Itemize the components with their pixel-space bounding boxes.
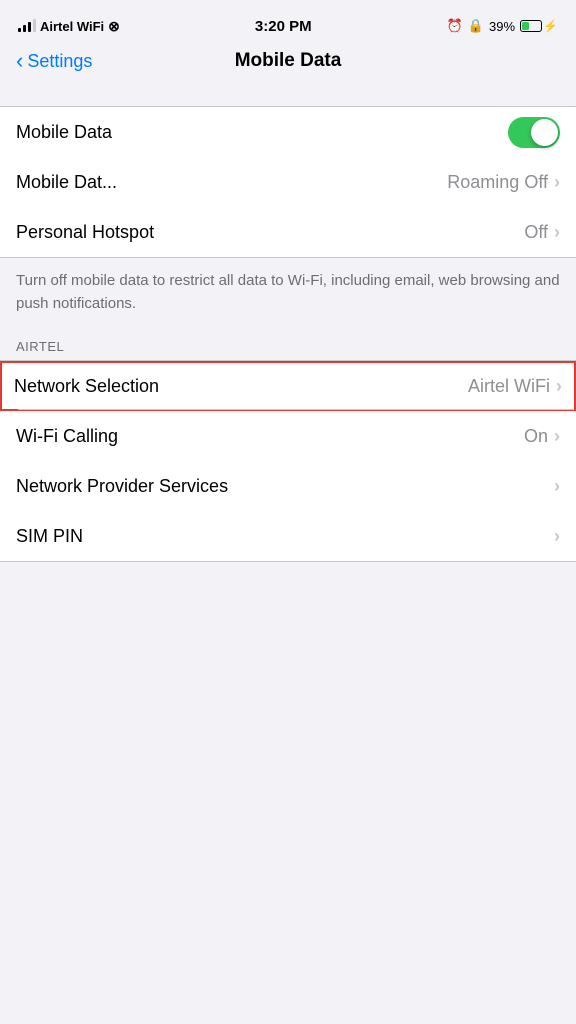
toggle-knob — [531, 119, 558, 146]
mobile-data-label: Mobile Data — [16, 122, 112, 143]
status-time: 3:20 PM — [255, 18, 312, 35]
sim-pin-row[interactable]: SIM PIN › — [0, 511, 576, 561]
roaming-value: Roaming Off — [447, 172, 548, 193]
wifi-calling-label: Wi-Fi Calling — [16, 426, 118, 447]
main-settings-group: Mobile Data Mobile Dat... Roaming Off › … — [0, 106, 576, 258]
network-provider-services-row[interactable]: Network Provider Services › — [0, 461, 576, 511]
personal-hotspot-row[interactable]: Personal Hotspot Off › — [0, 207, 576, 257]
network-selection-value-group: Airtel WiFi › — [468, 376, 562, 397]
alarm-icon: ⏰ — [447, 18, 463, 34]
back-button[interactable]: ‹ Settings — [16, 48, 92, 74]
page-title: Mobile Data — [235, 50, 342, 72]
battery-icon: ⚡ — [520, 19, 558, 33]
back-chevron-icon: ‹ — [16, 48, 23, 74]
battery-percent: 39% — [489, 19, 515, 34]
mobile-data-description: Turn off mobile data to restrict all dat… — [0, 258, 576, 331]
chevron-icon: › — [556, 376, 562, 397]
back-label: Settings — [27, 51, 92, 72]
hotspot-value: Off — [524, 222, 548, 243]
nps-value-group: › — [554, 476, 560, 497]
chevron-icon: › — [554, 426, 560, 447]
chevron-icon: › — [554, 172, 560, 193]
chevron-icon: › — [554, 526, 560, 547]
mobile-data-row[interactable]: Mobile Data — [0, 107, 576, 157]
signal-bars-icon — [18, 20, 36, 32]
wifi-calling-row[interactable]: Wi-Fi Calling On › — [0, 411, 576, 461]
network-selection-label: Network Selection — [14, 376, 159, 397]
personal-hotspot-label: Personal Hotspot — [16, 222, 154, 243]
status-bar: Airtel WiFi ⊗ 3:20 PM ⏰ 🔒 39% ⚡ — [0, 0, 576, 44]
mobile-data-roaming-label: Mobile Dat... — [16, 172, 117, 193]
wifi-calling-value: On — [524, 426, 548, 447]
mobile-data-toggle[interactable] — [508, 117, 560, 148]
wifi-icon: ⊗ — [108, 18, 120, 35]
chevron-icon: › — [554, 476, 560, 497]
network-provider-services-label: Network Provider Services — [16, 476, 228, 497]
carrier-label: Airtel WiFi — [40, 19, 104, 34]
wifi-calling-value-group: On › — [524, 426, 560, 447]
airtel-section-label: AIRTEL — [0, 331, 576, 360]
chevron-icon: › — [554, 222, 560, 243]
roaming-value-group: Roaming Off › — [447, 172, 560, 193]
top-spacer — [0, 86, 576, 106]
mobile-data-roaming-row[interactable]: Mobile Dat... Roaming Off › — [0, 157, 576, 207]
lock-icon: 🔒 — [468, 18, 484, 34]
network-selection-row[interactable]: Network Selection Airtel WiFi › — [0, 361, 576, 411]
hotspot-value-group: Off › — [524, 222, 560, 243]
status-right: ⏰ 🔒 39% ⚡ — [447, 18, 558, 34]
status-left: Airtel WiFi ⊗ — [18, 18, 120, 35]
network-selection-value: Airtel WiFi — [468, 376, 550, 397]
charging-icon: ⚡ — [543, 19, 558, 33]
sim-pin-value-group: › — [554, 526, 560, 547]
sim-pin-label: SIM PIN — [16, 526, 83, 547]
airtel-settings-group: Network Selection Airtel WiFi › Wi-Fi Ca… — [0, 360, 576, 562]
navigation-bar: ‹ Settings Mobile Data — [0, 44, 576, 86]
